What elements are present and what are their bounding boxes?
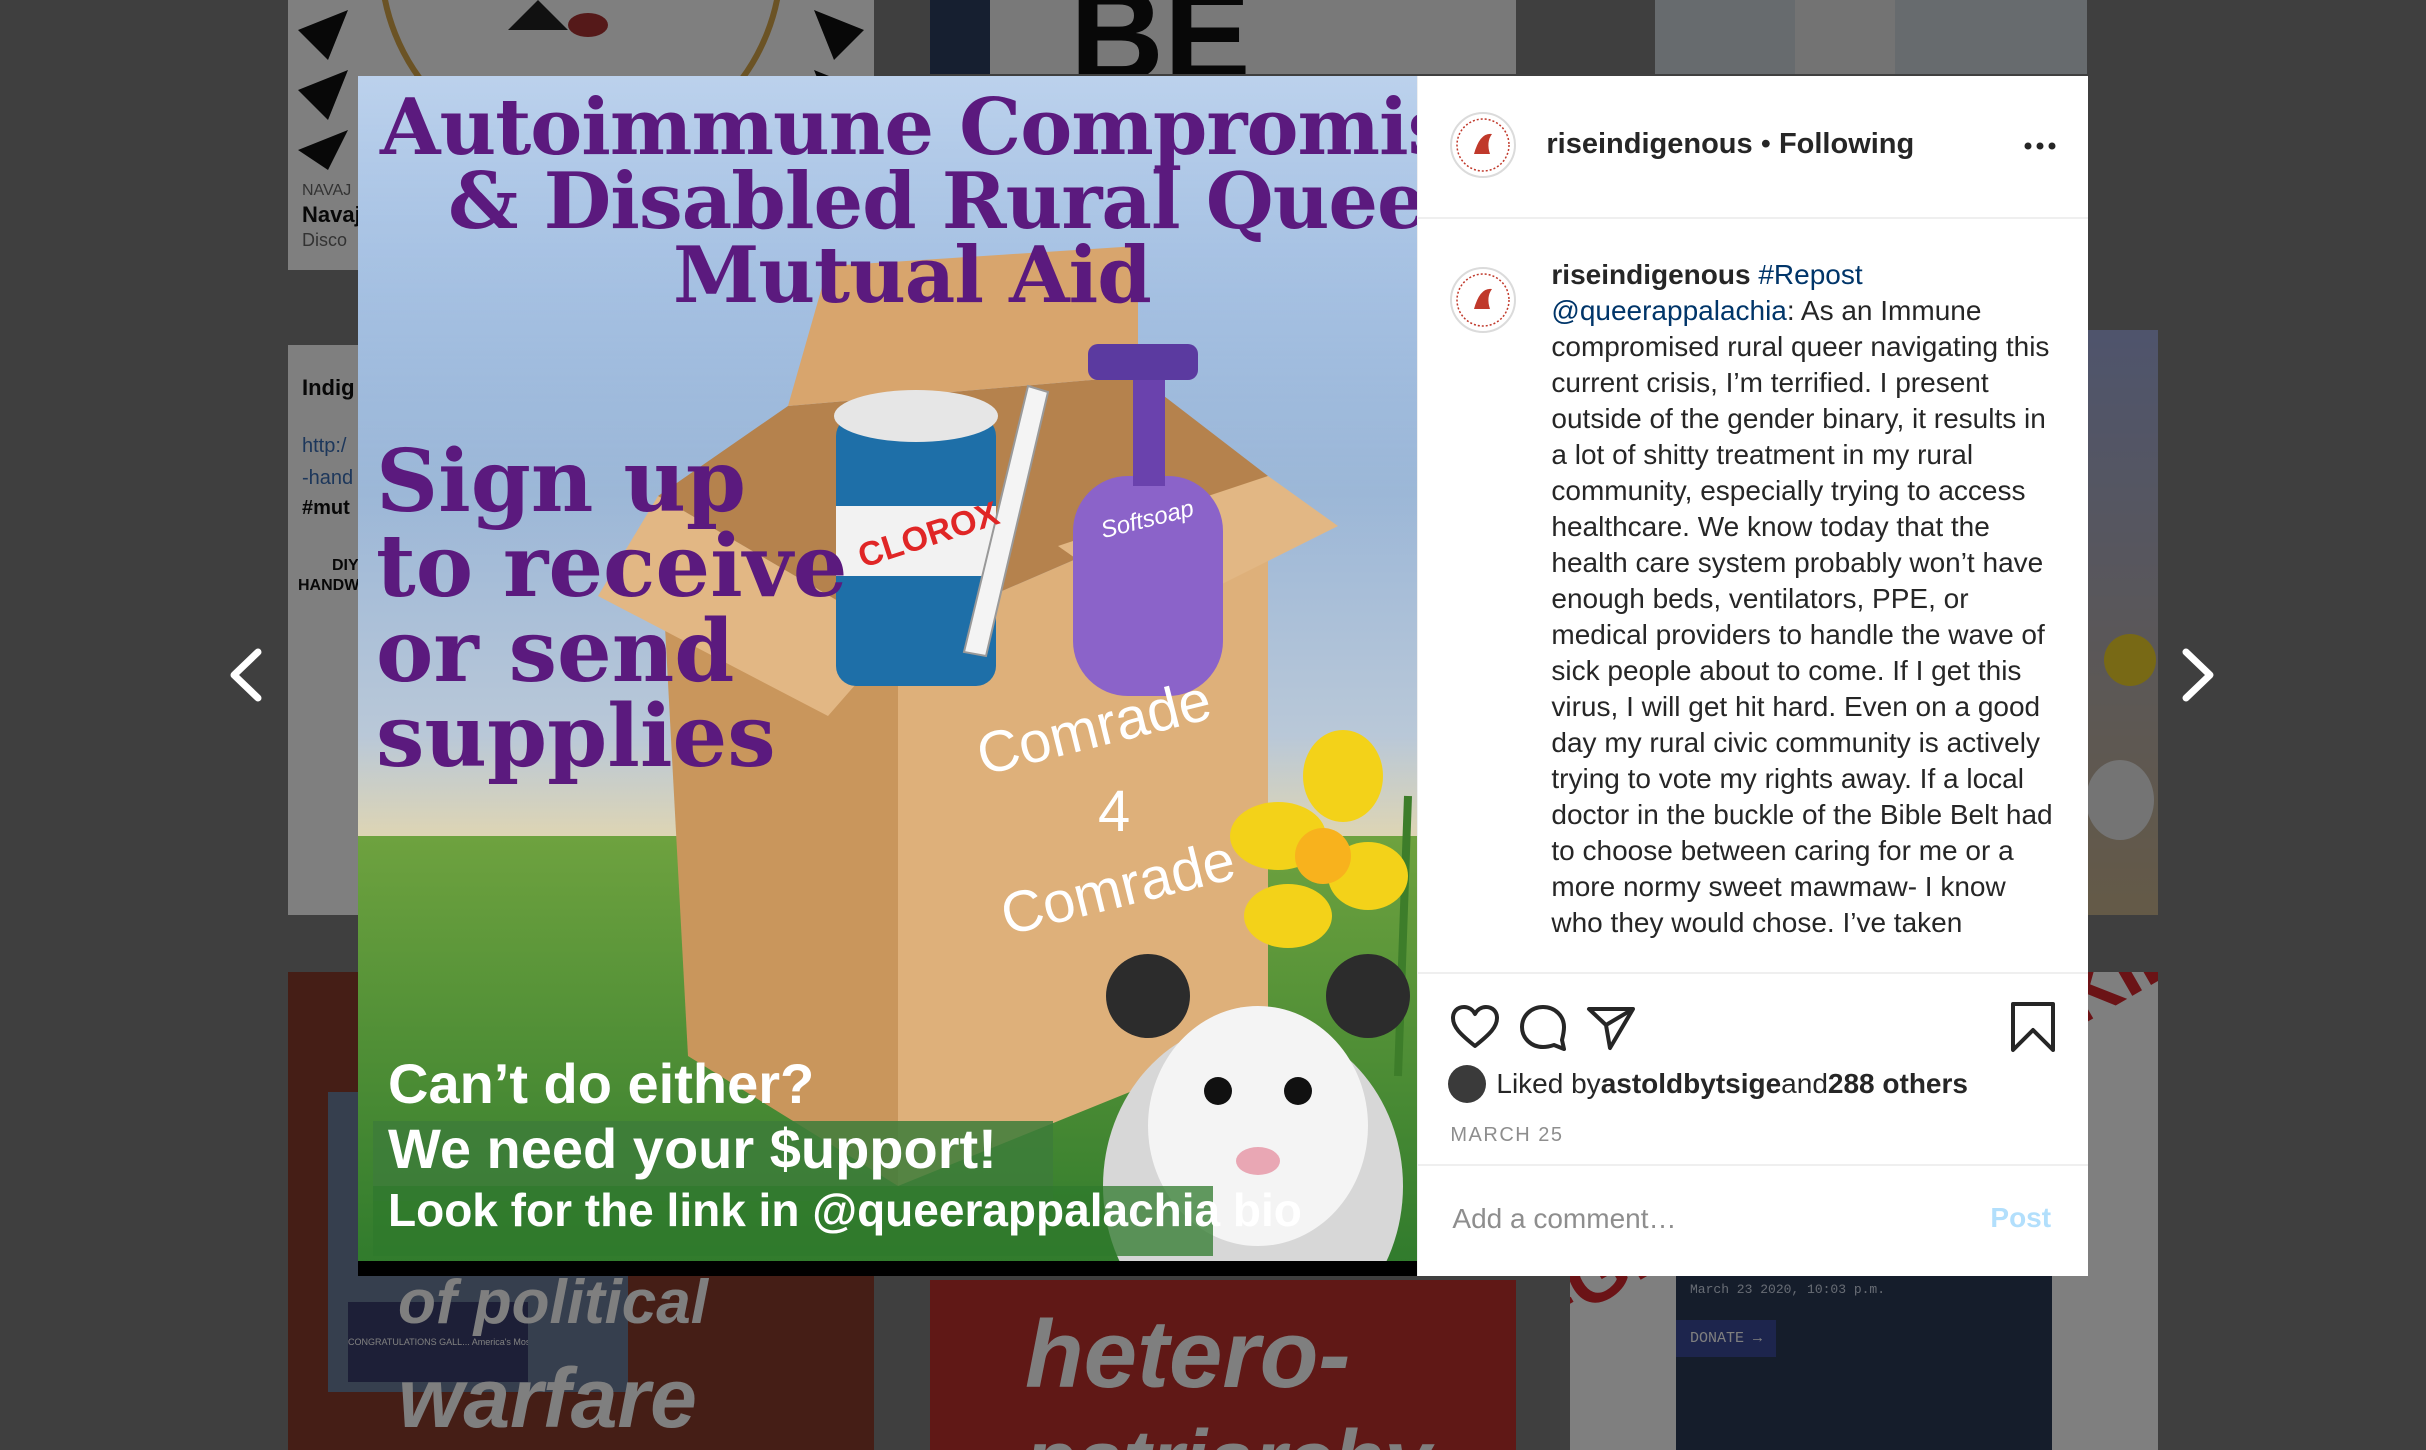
header-username[interactable]: riseindigenous (1546, 128, 1752, 160)
tile-navajo-sub: Disco (302, 230, 348, 250)
tile-indig-title: Indig (302, 375, 355, 400)
riseindigenous-logo-icon (1456, 118, 1511, 172)
background-tile-lab[interactable] (1655, 0, 2087, 74)
caption-text: : As an Immune compromised rural queer n… (1551, 295, 2053, 938)
tile-diy1: DIY (332, 557, 359, 574)
chevron-left-icon (230, 648, 262, 702)
liker-username[interactable]: astoldbytsige (1601, 1068, 1781, 1100)
share-icon[interactable] (1584, 1000, 1638, 1054)
tile-political-2: warfare (398, 1351, 697, 1445)
tile-tag: #mut (302, 497, 350, 519)
caption-avatar[interactable] (1450, 267, 1517, 333)
likes-count-link[interactable]: 288 others (1828, 1068, 1968, 1100)
post-caption: riseindigenous #Repost @queerappalachia:… (1551, 257, 2056, 941)
caption-username[interactable]: riseindigenous (1551, 259, 1750, 290)
signup-line-4: supplies (376, 686, 776, 787)
tile-hetero-2: patriarchy (1025, 1412, 1431, 1450)
author-avatar[interactable] (1450, 112, 1517, 178)
header-separator: • (1752, 128, 1779, 160)
background-tile-be[interactable]: BE (930, 0, 1516, 74)
bottom-line-3: Look for the link in @queerappalachia bi… (388, 1184, 1302, 1236)
header-text: riseindigenous • Following (1546, 128, 1914, 161)
likes-prefix: Liked by (1496, 1068, 1601, 1099)
previous-post-button[interactable] (218, 640, 278, 710)
tile-donate: DONATE → (1676, 1320, 1777, 1357)
chevron-right-icon (2182, 648, 2214, 702)
comment-icon[interactable] (1516, 1000, 1570, 1054)
tile-sign: CONGRATULATIONS GALL... America's Most P… (348, 1337, 528, 1347)
riseindigenous-logo-icon (1456, 273, 1511, 327)
bottom-line-2: We need your $upport! (388, 1117, 997, 1180)
post-header: riseindigenous • Following (1418, 76, 2089, 219)
tile-be-text: BE (1070, 0, 1251, 74)
tile-navajo-title: Navaj (302, 202, 361, 227)
post-actions: Liked by astoldbytsige and 288 others MA… (1418, 972, 2089, 1278)
post-comment-button[interactable]: Post (1990, 1202, 2051, 1234)
comment-input[interactable] (1450, 1202, 1935, 1236)
tile-link2: -hand (302, 467, 354, 489)
more-options-icon[interactable] (2022, 134, 2058, 158)
bottom-line-1: Can’t do either? (388, 1052, 815, 1115)
likes-summary: Liked by astoldbytsige and 288 others (1448, 1062, 1968, 1106)
tile-link1: http:/ (302, 435, 347, 457)
post-date[interactable]: MARCH 25 (1450, 1124, 1563, 1147)
tile-political-1: of political (398, 1268, 708, 1337)
follow-status-button[interactable]: Following (1779, 128, 1914, 160)
liker-avatar[interactable] (1448, 1065, 1487, 1103)
add-comment-section: Post (1418, 1164, 2089, 1278)
heart-icon[interactable] (1448, 1000, 1502, 1054)
headline-line-3: Mutual Aid (673, 230, 1152, 321)
tile-hetero-1: hetero- (1025, 1301, 1351, 1408)
post-image[interactable]: Autoimmune Compromised & Disabled Rural … (358, 76, 1418, 1276)
background-tile-hetero[interactable]: hetero- patriarchy (930, 1280, 1516, 1450)
post-sidebar: riseindigenous • Following riseindigenou… (1417, 76, 2089, 1278)
caption-mention[interactable]: @queerappalachia (1551, 295, 1786, 326)
caption-hashtag[interactable]: #Repost (1758, 259, 1862, 290)
next-post-button[interactable] (2166, 640, 2226, 710)
bookmark-icon[interactable] (2006, 1000, 2060, 1054)
likes-middle: and (1781, 1068, 1828, 1099)
box-text-2: 4 (1098, 779, 1131, 844)
post-modal: Autoimmune Compromised & Disabled Rural … (358, 76, 2089, 1278)
comments-scroll-area[interactable]: riseindigenous #Repost @queerappalachia:… (1418, 219, 2088, 973)
tile-date: March 23 2020, 10:03 p.m. (1690, 1282, 1886, 1297)
tile-navajo-small: NAVAJ (302, 182, 352, 199)
tile-diy2: HANDW (298, 577, 360, 594)
